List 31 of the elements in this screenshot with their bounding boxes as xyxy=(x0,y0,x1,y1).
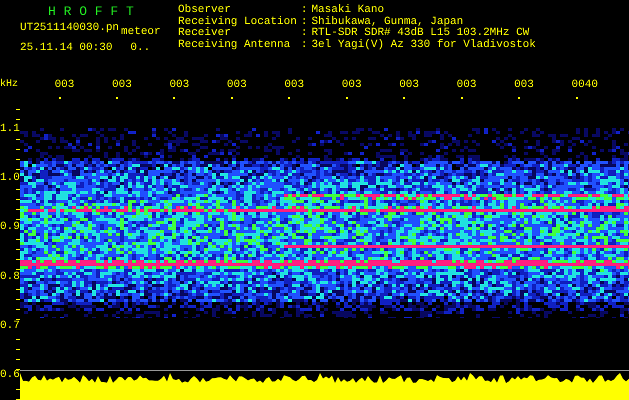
time-label: 0040 xyxy=(572,80,599,91)
time-label: 003 xyxy=(342,80,363,91)
frequency-label: 0.8 xyxy=(0,272,20,283)
file-name: UT2511140030.pn xyxy=(20,23,120,34)
time-label: 003 xyxy=(112,80,133,91)
separator-colon: : xyxy=(300,16,308,28)
count-label: 0.. xyxy=(130,43,150,54)
info-value: Masaki Kano xyxy=(311,5,386,16)
info-value: 3el Yagi(V) Az 330 for Vladivostok xyxy=(311,40,536,51)
time-label: 003 xyxy=(284,80,306,91)
time-label: 003 xyxy=(169,80,190,91)
frequency-unit: kHz xyxy=(0,80,20,90)
timestamp: 25.11.14 00:30 xyxy=(20,43,112,54)
mode-label: meteor xyxy=(121,27,161,38)
app-title: H R O F F T xyxy=(47,3,135,18)
separator-colon: : xyxy=(300,40,308,51)
frequency-label: 0.7 xyxy=(0,320,20,332)
time-label: 003 xyxy=(456,80,478,91)
info-value: RTL-SDR SDR# 43dB L15 103.2MHz CW xyxy=(311,28,530,39)
separator-colon: : xyxy=(300,5,308,16)
frequency-label: 0.6 xyxy=(0,370,20,381)
time-label: 003 xyxy=(54,80,76,91)
time-label: 003 xyxy=(399,80,420,91)
info-label: Receiving Antenna xyxy=(178,40,292,51)
info-label: Receiver xyxy=(178,28,232,39)
info-label: Observer xyxy=(178,5,232,16)
time-label: 003 xyxy=(514,80,535,91)
info-value: Shibukawa, Gunma, Japan xyxy=(311,16,464,28)
separator-colon: : xyxy=(300,28,308,40)
time-label: 003 xyxy=(226,80,248,91)
info-label: Receiving Location xyxy=(178,16,297,28)
